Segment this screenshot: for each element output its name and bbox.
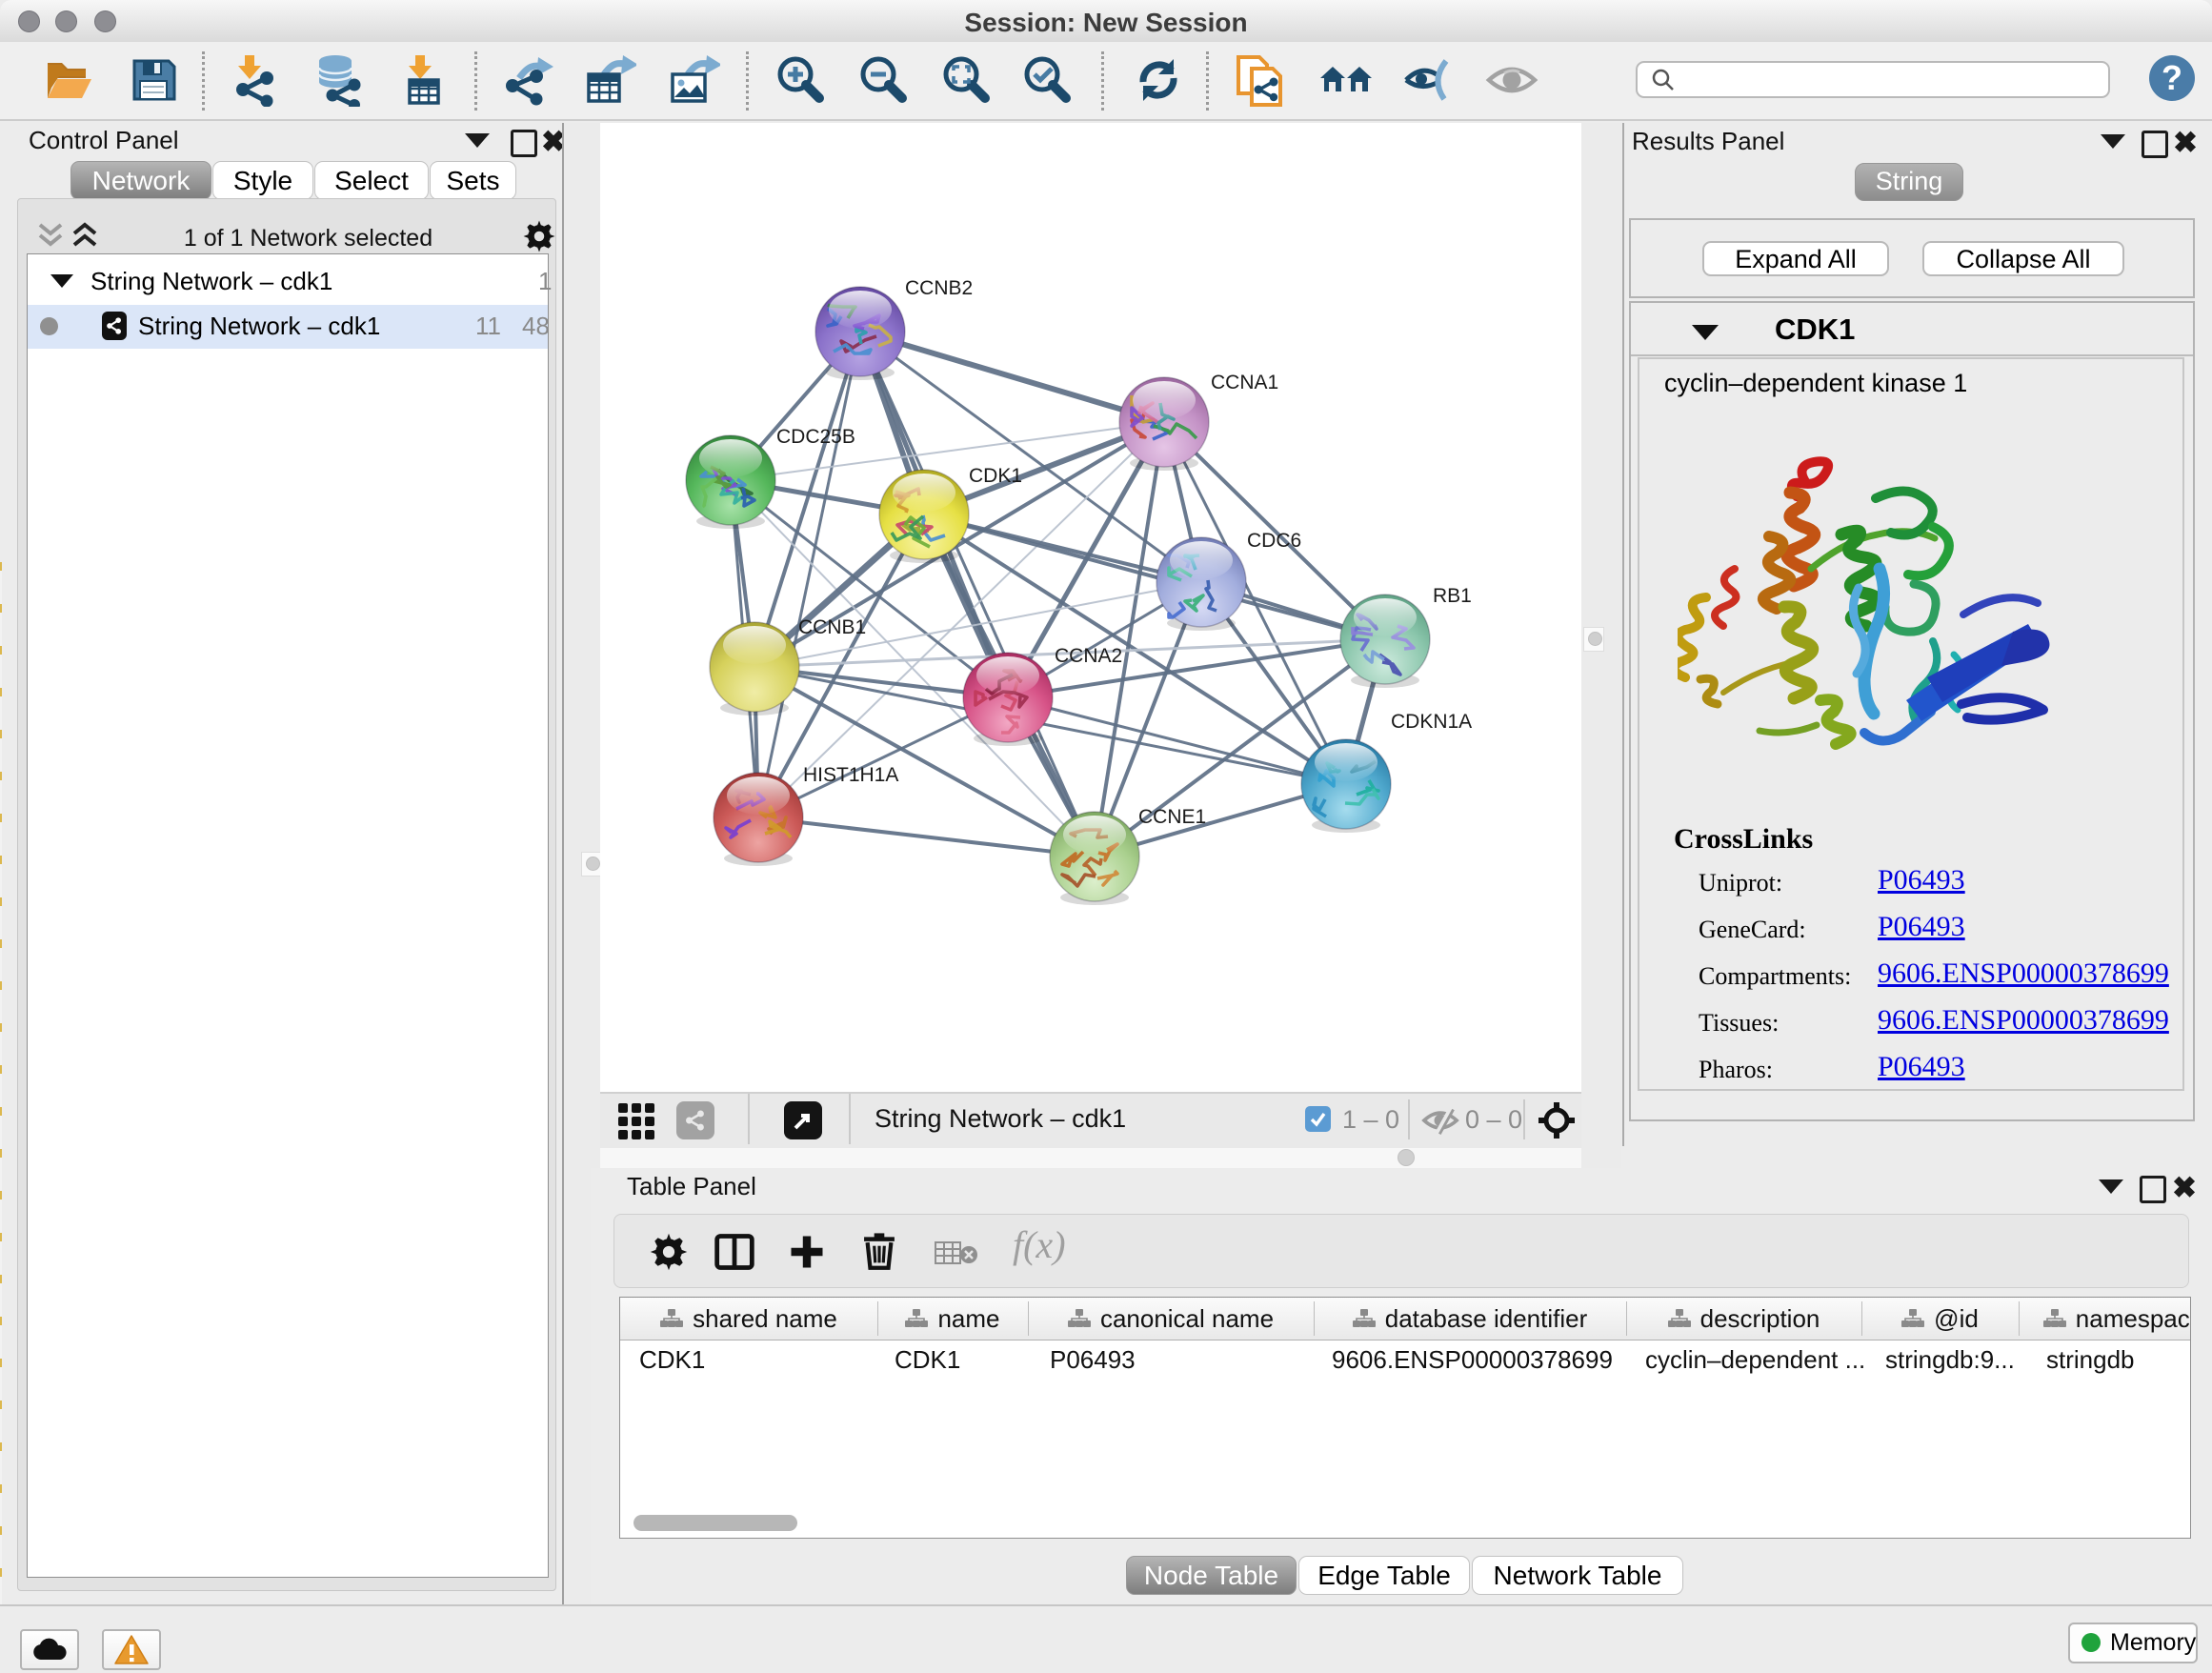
svg-text:CCNA1: CCNA1 <box>1211 372 1278 393</box>
svg-text:CCNE1: CCNE1 <box>1138 806 1206 828</box>
svg-text:RB1: RB1 <box>1433 585 1472 607</box>
svg-text:CCNB1: CCNB1 <box>798 616 866 638</box>
svg-text:CCNA2: CCNA2 <box>1055 645 1122 667</box>
svg-text:CDKN1A: CDKN1A <box>1391 711 1472 733</box>
svg-text:CCNB2: CCNB2 <box>905 277 973 299</box>
svg-text:CDC6: CDC6 <box>1247 530 1301 552</box>
svg-text:CDC25B: CDC25B <box>776 426 855 448</box>
svg-text:?: ? <box>2162 58 2182 97</box>
svg-text:HIST1H1A: HIST1H1A <box>803 764 898 786</box>
svg-text:CDK1: CDK1 <box>969 465 1022 487</box>
